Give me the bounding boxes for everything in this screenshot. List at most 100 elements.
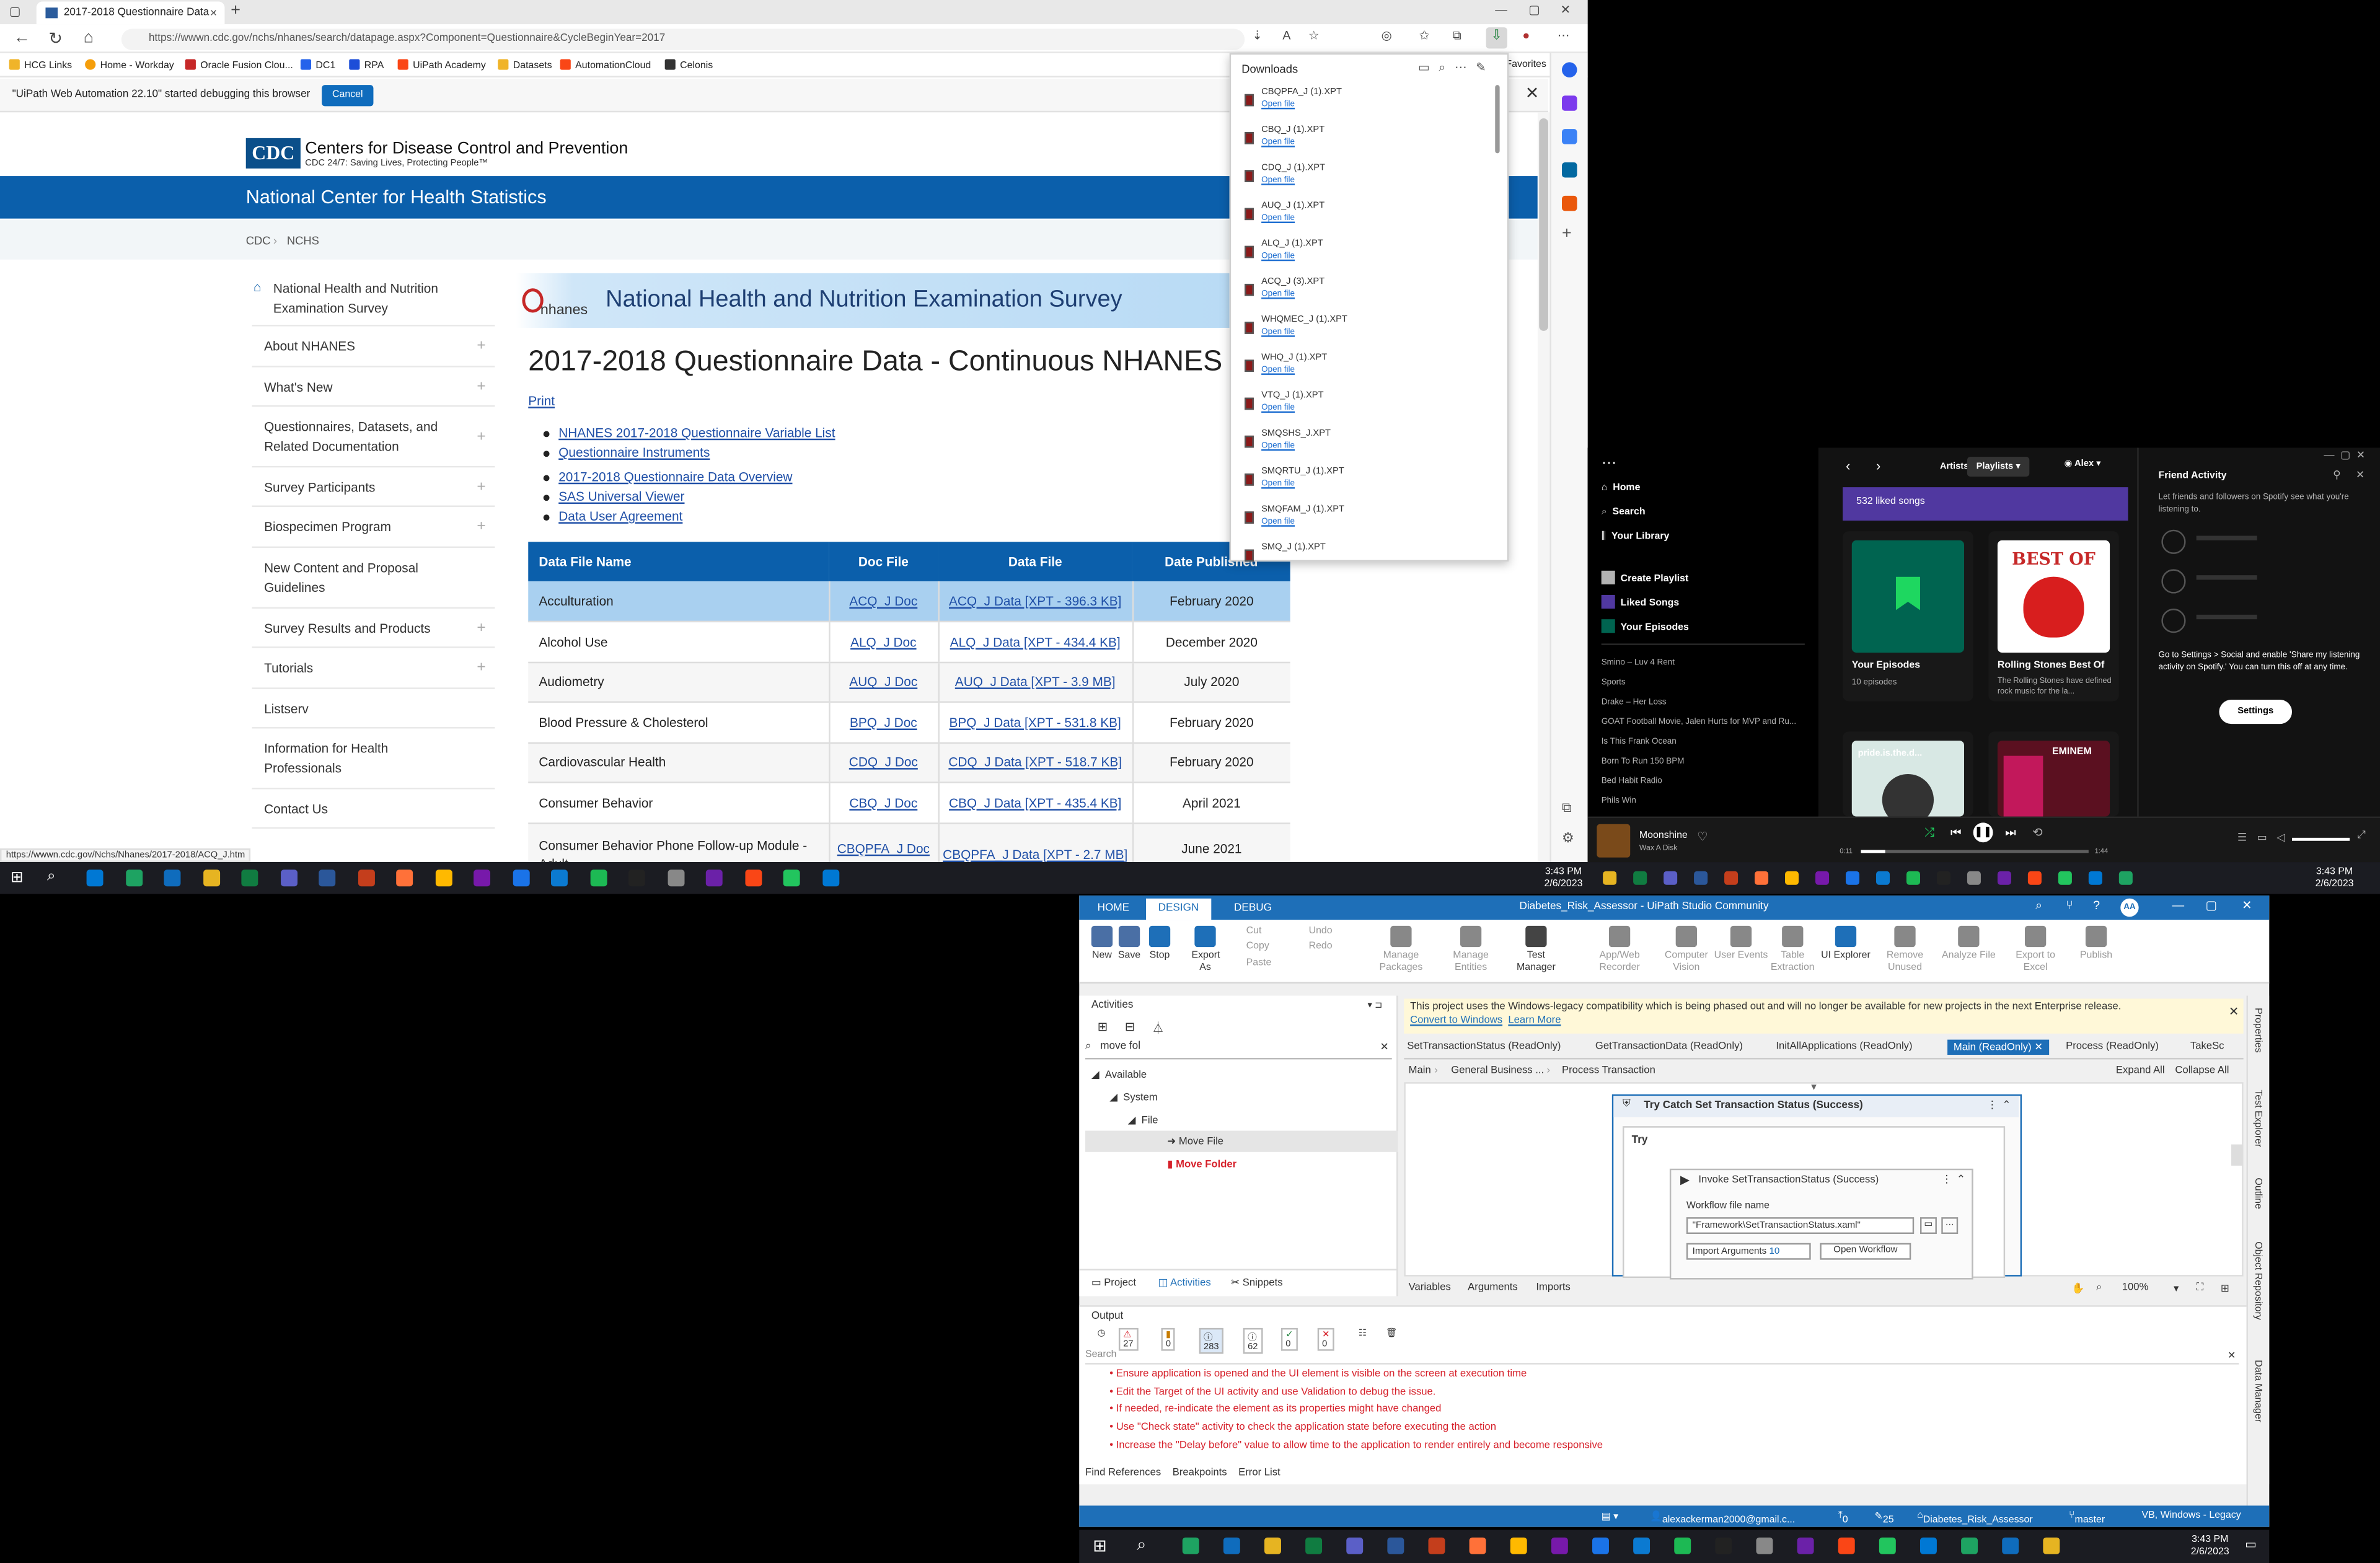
expand-icon[interactable]: + [477, 478, 485, 495]
outlook-icon[interactable] [164, 870, 181, 887]
output-error-line[interactable]: • Increase the "Delay before" value to a… [1109, 1440, 1603, 1451]
playlist-card[interactable]: Your Episodes 10 episodes [1843, 531, 1973, 702]
breadcrumb-cdc[interactable]: CDC [246, 234, 271, 247]
print-link[interactable]: Print [528, 393, 555, 408]
recorder-button[interactable]: App/Web Recorder [1589, 925, 1650, 974]
more-icon[interactable]: ⋯ [1455, 61, 1476, 74]
playlist-item[interactable]: Drake – Her Loss [1602, 698, 1667, 708]
breakpoints-tab[interactable]: Breakpoints [1173, 1468, 1227, 1478]
manage-packages-button[interactable]: Manage Packages [1370, 925, 1431, 974]
move-folder-activity[interactable]: ▮ Move Folder [1167, 1158, 1236, 1170]
extension-icon[interactable]: ◎ [1382, 29, 1392, 43]
forward-icon[interactable]: › [1876, 459, 1880, 473]
find-references-tab[interactable]: Find References [1085, 1468, 1161, 1478]
tab-artists[interactable]: Artists [1940, 463, 1969, 472]
close-icon[interactable]: ✕ [2242, 899, 2252, 912]
snipping-icon[interactable] [1936, 871, 1950, 885]
pan-icon[interactable]: ✋ [2072, 1282, 2085, 1295]
collapse-icon[interactable]: ⌃ [1957, 1173, 1965, 1186]
search-icon[interactable]: ⌕ [1439, 61, 1455, 74]
open-file-link[interactable]: Open file [1261, 214, 1295, 223]
create-playlist[interactable]: Create Playlist [1601, 570, 1688, 584]
firefox-icon[interactable] [396, 870, 413, 887]
open-file-link[interactable]: Open file [1261, 138, 1295, 147]
stop-button[interactable]: Stop [1146, 925, 1173, 962]
expand-icon[interactable]: + [477, 518, 485, 535]
page-scrollbar[interactable] [1537, 112, 1550, 863]
copilot-icon[interactable] [1562, 95, 1577, 111]
bookmark-item[interactable]: RPA [349, 59, 384, 71]
clock-icon[interactable]: ◷ [1098, 1328, 1106, 1339]
open-workflow-button[interactable]: Open Workflow [1820, 1243, 1911, 1260]
manage-entities-button[interactable]: Manage Entities [1440, 925, 1501, 974]
bookmark-item[interactable]: Datasets [498, 59, 552, 71]
more-icon[interactable]: ⋮ [1941, 1173, 1952, 1186]
devices-icon[interactable]: ▭ [2257, 832, 2267, 844]
your-episodes[interactable]: Your Episodes [1601, 619, 1689, 633]
zoom-icon[interactable] [1633, 1537, 1651, 1554]
analyze-file-button[interactable]: Analyze File [1938, 925, 1999, 962]
bookmark-item[interactable]: HCG Links [9, 59, 72, 71]
onenote-icon[interactable] [1875, 871, 1890, 885]
nhanes-logo[interactable]: nhanes [519, 280, 595, 322]
more-menu-icon[interactable]: ⋯ [1558, 29, 1570, 43]
spotify-icon[interactable] [1756, 1537, 1773, 1554]
search-icon[interactable]: ⌕ [1137, 1536, 1146, 1556]
outlook-icon[interactable] [1264, 1537, 1281, 1554]
playlist-card[interactable]: BEST OF Rolling Stones Best Of The Rolli… [1988, 531, 2119, 702]
download-item[interactable]: VTQ_J (1).XPT Open file [1245, 392, 1488, 428]
clear-icon[interactable]: ✕ [1380, 1041, 1388, 1053]
fit-icon[interactable]: ⛶ [2197, 1282, 2204, 1295]
warning-count[interactable]: ▮ 0 [1161, 1327, 1176, 1351]
success-count[interactable]: ✓ 0 [1280, 1327, 1298, 1351]
excel-icon[interactable] [1346, 1537, 1364, 1554]
overview-icon[interactable]: ⊞ [2221, 1282, 2229, 1295]
paste-button[interactable]: Paste [1246, 958, 1272, 970]
open-file-link[interactable]: Open file [1261, 366, 1295, 375]
invoke-workflow-activity[interactable]: ▶ Invoke SetTransactionStatus (Success) … [1669, 1168, 1973, 1280]
sidebar-item-health-professionals[interactable]: Information for Health Professionals [252, 729, 495, 790]
nchs-title[interactable]: National Center for Health Statistics [246, 187, 547, 208]
vscode-icon[interactable] [1715, 1537, 1732, 1554]
nav-home[interactable]: ⌂ Home [1602, 483, 1641, 493]
branch-icon[interactable]: ⑂ [2066, 899, 2073, 912]
bookmark-item[interactable]: Celonis [664, 59, 713, 71]
download-item[interactable]: ACQ_J (3).XPT Open file [1245, 278, 1488, 314]
breadcrumb-main[interactable]: Main [1409, 1065, 1431, 1076]
teams-icon[interactable] [1387, 1537, 1404, 1554]
test-manager-button[interactable]: Test Manager [1510, 925, 1562, 974]
open-file-link[interactable]: Open file [1261, 328, 1295, 337]
browser-tab[interactable]: 2017-2018 Questionnaire Data - × [36, 1, 225, 25]
data-manager-tab[interactable]: Data Manager [2252, 1360, 2263, 1422]
collapse-icon[interactable]: ⊟ [1125, 1020, 1135, 1034]
start-icon[interactable]: ⊞ [1093, 1536, 1107, 1556]
panel-options-icon[interactable]: ▾ ⊐ [1368, 1000, 1383, 1011]
workflow-file-input[interactable]: "Framework\SetTransactionStatus.xaml" [1686, 1217, 1915, 1235]
edge-icon[interactable] [2002, 1537, 2019, 1554]
vscode-icon[interactable] [589, 870, 607, 887]
expand-all-button[interactable]: Expand All [2116, 1065, 2165, 1076]
output-error-line[interactable]: • Edit the Target of the UI activity and… [1109, 1387, 1435, 1398]
try-catch-activity[interactable]: ⛨ Try Catch Set Transaction Status (Succ… [1611, 1094, 2022, 1280]
download-item[interactable]: WHQMEC_J (1).XPT Open file [1245, 315, 1488, 352]
snipping-icon[interactable] [1674, 1537, 1691, 1554]
snipping-icon[interactable] [550, 870, 568, 887]
download-item[interactable]: WHQ_J (1).XPT Open file [1245, 354, 1488, 390]
storage-icon[interactable]: ▤ ▾ [1602, 1510, 1618, 1522]
settings-icon[interactable] [705, 870, 723, 887]
clock[interactable]: 3:43 PM 2/6/2023 [2172, 1534, 2248, 1559]
download-item[interactable]: SMQRTU_J (1).XPT Open file [1245, 467, 1488, 504]
maximize-icon[interactable]: ▢ [1528, 3, 1540, 17]
activity-search-input[interactable]: ⌕ move fol ✕ [1085, 1041, 1392, 1060]
sidebar-item-biospecimen[interactable]: Biospecimen Program + [252, 507, 495, 548]
word-icon[interactable] [319, 870, 336, 887]
close-warning-icon[interactable]: ✕ [2229, 1005, 2239, 1018]
open-file-link[interactable]: Open file [1261, 442, 1295, 451]
expand-icon[interactable]: + [477, 426, 485, 446]
word-icon[interactable] [1428, 1537, 1445, 1554]
uipath-studio-icon[interactable] [2118, 871, 2133, 885]
doc-link[interactable]: BPQ_J Doc [850, 715, 917, 729]
chrome-icon[interactable] [1223, 1537, 1240, 1554]
chrome-icon[interactable] [125, 870, 142, 887]
bookmark-item[interactable]: AutomationCloud [560, 59, 651, 71]
